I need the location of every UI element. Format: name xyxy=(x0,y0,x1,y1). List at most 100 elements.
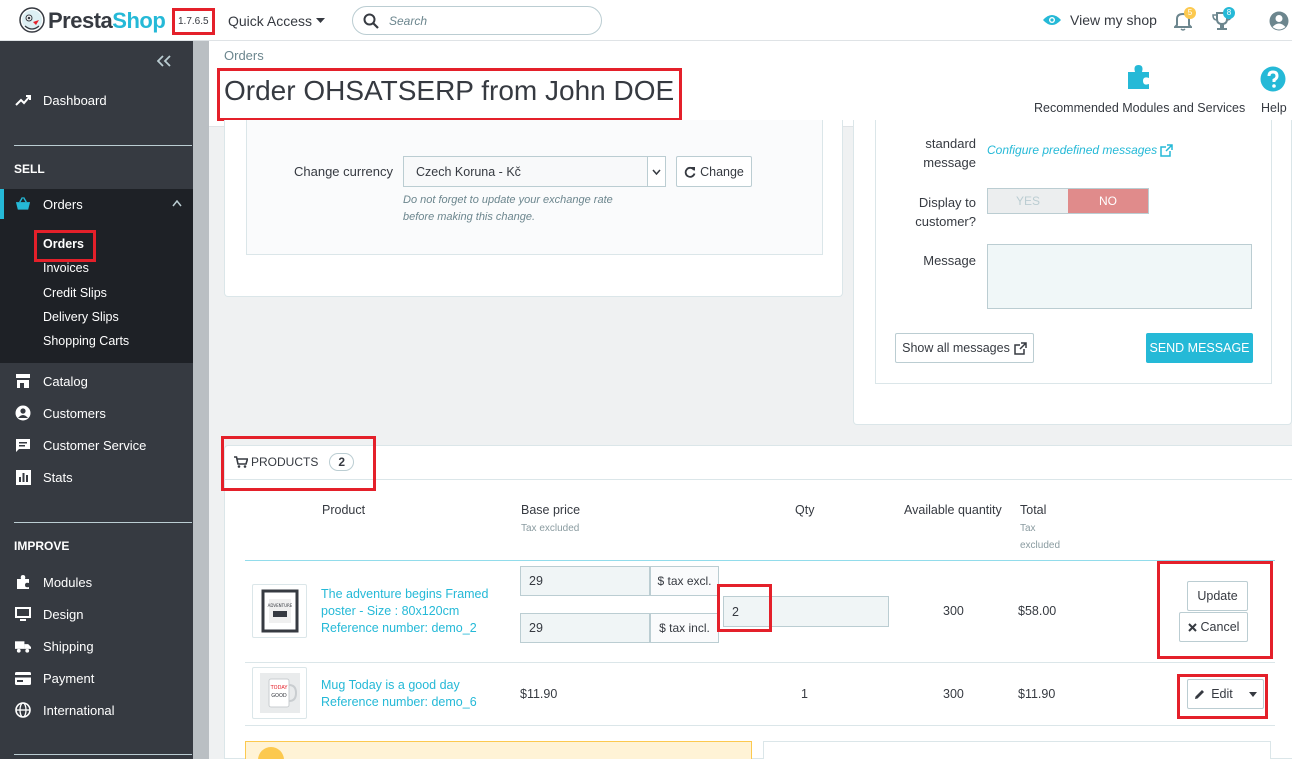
show-all-messages-button[interactable]: Show all messages xyxy=(895,333,1034,363)
collapse-sidebar-icon[interactable] xyxy=(157,55,171,67)
sidebar-subitem-shopping-carts[interactable]: Shopping Carts xyxy=(43,334,129,348)
sidebar-item-international[interactable]: International xyxy=(0,696,193,724)
bar-chart-icon xyxy=(15,469,31,485)
price-tax-incl-input[interactable]: 29 xyxy=(520,613,650,643)
product-thumbnail-mug[interactable]: TODAY GOOD xyxy=(252,667,307,719)
update-button[interactable]: Update xyxy=(1187,581,1248,611)
chevron-up-icon xyxy=(172,200,182,207)
quantity: 1 xyxy=(801,687,808,701)
currency-help-line2: before making this change. xyxy=(403,211,536,223)
toggle-no[interactable]: NO xyxy=(1068,189,1148,213)
help-icon[interactable] xyxy=(1260,66,1286,92)
sidebar-item-modules[interactable]: Modules xyxy=(0,568,193,596)
prestashop-logo-text[interactable]: PrestaShop xyxy=(48,8,166,34)
products-count-badge: 2 xyxy=(329,453,355,471)
sidebar-item-orders[interactable]: Orders xyxy=(0,189,193,219)
sidebar-item-design[interactable]: Design xyxy=(0,600,193,628)
table-row: ADVENTURE The adventure begins Framed po… xyxy=(245,561,1275,662)
store-icon xyxy=(15,374,31,388)
breadcrumb[interactable]: Orders xyxy=(224,48,264,63)
quick-access-label: Quick Access xyxy=(228,13,313,29)
sidebar-item-catalog[interactable]: Catalog xyxy=(0,367,193,395)
price-tax-excl-addon: $ tax excl. xyxy=(650,566,719,596)
search-input[interactable]: Search xyxy=(352,6,602,35)
pencil-icon xyxy=(1194,689,1205,700)
version-badge: 1.7.6.5 xyxy=(172,8,215,35)
svg-text:TODAY: TODAY xyxy=(269,685,288,691)
edit-button-label: Edit xyxy=(1211,687,1233,701)
orders-badge-count: 8 xyxy=(1223,7,1235,19)
display-label-line2: customer? xyxy=(915,214,976,229)
refresh-icon xyxy=(684,166,696,178)
sidebar-label-payment: Payment xyxy=(43,670,95,686)
sidebar-item-payment[interactable]: Payment xyxy=(0,664,193,692)
top-header: PrestaShop 1.7.6.5 Quick Access Search V… xyxy=(0,0,1292,41)
change-currency-button[interactable]: Change xyxy=(676,156,752,187)
message-textarea[interactable] xyxy=(987,244,1252,309)
configure-predefined-messages-link[interactable]: Configure predefined messages xyxy=(987,143,1173,157)
sidebar-scrollbar[interactable] xyxy=(193,41,209,759)
sidebar-subitem-orders[interactable]: Orders xyxy=(43,237,84,251)
currency-select[interactable]: Czech Koruna - Kč xyxy=(403,156,666,187)
credit-card-icon xyxy=(15,671,31,685)
change-currency-label: Change currency xyxy=(294,164,393,179)
product-reference: Reference number: demo_2 xyxy=(321,621,477,635)
recommended-modules-link[interactable]: Recommended Modules and Services xyxy=(1034,101,1245,115)
notifications-bell-icon[interactable]: 5 xyxy=(1174,7,1196,31)
currency-selected-value: Czech Koruna - Kč xyxy=(416,164,521,179)
truck-icon xyxy=(15,640,31,653)
shopping-cart-icon xyxy=(234,456,248,468)
help-link[interactable]: Help xyxy=(1261,101,1287,115)
logo-part-shop: Shop xyxy=(112,8,166,33)
trophy-orders-icon[interactable]: 8 xyxy=(1212,7,1235,31)
products-header-divider xyxy=(225,479,1292,480)
page-header: Orders Order OHSATSERP from John DOE Rec… xyxy=(209,41,1292,127)
total-sub-line1: Tax xyxy=(1020,523,1036,534)
caret-down-icon xyxy=(316,18,326,24)
prestashop-logo-icon[interactable] xyxy=(19,7,45,33)
send-message-button[interactable]: SEND MESSAGE xyxy=(1146,333,1253,363)
product-thumbnail-poster[interactable]: ADVENTURE xyxy=(252,584,307,638)
product-reference: Reference number: demo_6 xyxy=(321,695,477,709)
sidebar-item-shipping[interactable]: Shipping xyxy=(0,632,193,660)
sidebar-subitem-delivery-slips[interactable]: Delivery Slips xyxy=(43,310,119,324)
logo-part-presta: Presta xyxy=(48,8,113,33)
sidebar-label-international: International xyxy=(43,702,115,718)
sidebar-item-customers[interactable]: Customers xyxy=(0,399,193,427)
chat-icon xyxy=(15,438,31,453)
standard-message-label-line2: message xyxy=(923,155,976,170)
change-button-label: Change xyxy=(700,164,744,179)
sidebar-label-customers: Customers xyxy=(43,405,106,421)
price-tax-excl-input[interactable]: 29 xyxy=(520,566,650,596)
puzzle-icon xyxy=(15,574,31,590)
cancel-button[interactable]: Cancel xyxy=(1179,612,1248,642)
sidebar-subitem-credit-slips[interactable]: Credit Slips xyxy=(43,286,107,300)
product-name-link[interactable]: The adventure begins Framed poster - Siz… xyxy=(321,586,488,637)
user-account-icon[interactable] xyxy=(1269,11,1289,31)
standard-message-label: standard message xyxy=(876,134,976,172)
price-tax-incl-addon: $ tax incl. xyxy=(650,613,719,643)
caret-down-icon xyxy=(1248,691,1257,697)
puzzle-modules-icon[interactable] xyxy=(1125,63,1153,91)
sidebar-label-shipping: Shipping xyxy=(43,638,94,654)
currency-panel: Change currency Czech Koruna - Kč Change… xyxy=(246,120,823,255)
product-name-link[interactable]: Mug Today is a good day Reference number… xyxy=(321,677,477,711)
currency-help-line1: Do not forget to update your exchange ra… xyxy=(403,194,613,206)
highlight-box-qty xyxy=(717,584,772,632)
sidebar-item-customer-service[interactable]: Customer Service xyxy=(0,431,193,459)
edit-dropdown-button[interactable]: Edit xyxy=(1187,679,1264,709)
total-sub-line2: excluded xyxy=(1020,540,1061,551)
base-price: $11.90 xyxy=(520,687,558,701)
display-to-customer-toggle[interactable]: YES NO xyxy=(987,188,1149,214)
view-my-shop-link[interactable]: View my shop xyxy=(1043,12,1157,28)
message-label: Message xyxy=(923,253,976,268)
sidebar-item-stats[interactable]: Stats xyxy=(0,463,193,491)
sidebar-item-dashboard[interactable]: Dashboard xyxy=(0,86,193,114)
account-circle-icon xyxy=(15,405,31,421)
available-quantity: 300 xyxy=(943,604,964,618)
sidebar-subitem-invoices[interactable]: Invoices xyxy=(43,261,89,275)
available-quantity: 300 xyxy=(943,687,964,701)
row-total: $11.90 xyxy=(1018,687,1056,701)
quick-access-dropdown[interactable]: Quick Access xyxy=(228,13,326,29)
toggle-yes[interactable]: YES xyxy=(988,189,1068,213)
